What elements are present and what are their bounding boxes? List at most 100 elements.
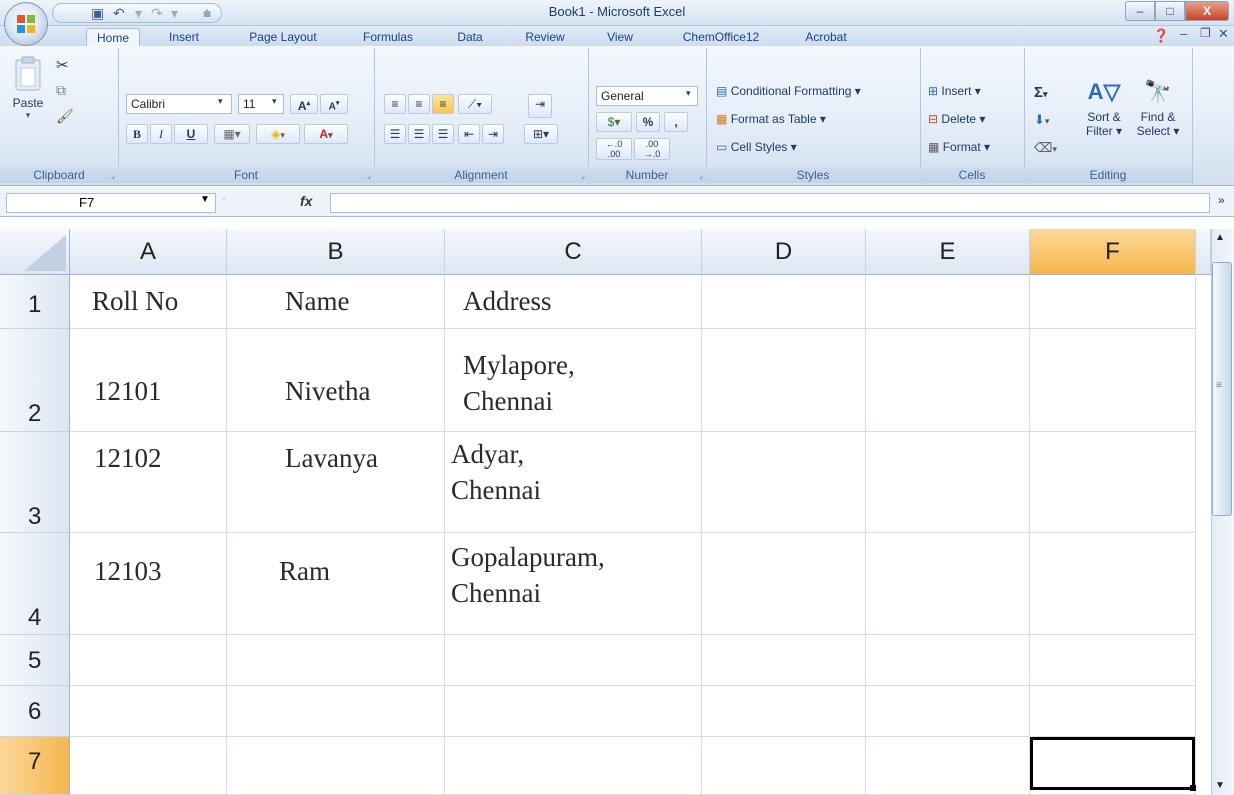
cell-c6[interactable] (445, 686, 702, 737)
cell-a3[interactable]: 12102 (70, 432, 227, 533)
tab-view[interactable]: View (600, 28, 640, 46)
column-header-b[interactable]: B (227, 229, 445, 275)
help-icon[interactable]: ❓ (1153, 28, 1169, 44)
copy-icon[interactable]: ⧉ (56, 82, 66, 99)
tab-data[interactable]: Data (450, 28, 490, 46)
tab-page-layout[interactable]: Page Layout (240, 28, 326, 46)
cell-f3[interactable] (1030, 432, 1196, 533)
row-header-3[interactable]: 3 (0, 432, 70, 533)
expand-formula-bar-icon[interactable]: » (1218, 193, 1225, 207)
merge-center-icon[interactable]: ⊞▾ (524, 124, 558, 144)
tab-home[interactable]: Home (86, 28, 140, 47)
cell-a2[interactable]: 12101 (70, 329, 227, 432)
cell-e1[interactable] (866, 275, 1030, 329)
cell-f5[interactable] (1030, 635, 1196, 686)
format-painter-icon[interactable]: 🖌 (56, 108, 74, 125)
cell-e4[interactable] (866, 533, 1030, 635)
borders-icon[interactable]: ▦▾ (214, 124, 250, 144)
close-button[interactable]: X (1185, 1, 1229, 21)
cell-styles-button[interactable]: ▭ Cell Styles ▾ (716, 140, 797, 154)
insert-function-icon[interactable]: fx (300, 193, 312, 209)
cell-b7[interactable] (227, 737, 445, 795)
insert-cells-button[interactable]: ⊞ Insert ▾ (928, 84, 981, 98)
column-header-d[interactable]: D (702, 229, 866, 275)
cell-d3[interactable] (702, 432, 866, 533)
workbook-minimize-icon[interactable]: – (1180, 26, 1187, 41)
conditional-formatting-button[interactable]: ▤ Conditional Formatting ▾ (716, 84, 861, 98)
cell-c4[interactable]: Gopalapuram, Chennai (445, 533, 702, 635)
autosum-icon[interactable]: Σ▾ (1034, 84, 1048, 101)
wrap-text-icon[interactable]: ⇥ (528, 94, 552, 118)
format-as-table-button[interactable]: ▦ Format as Table ▾ (716, 112, 826, 126)
cell-b3[interactable]: Lavanya (227, 432, 445, 533)
row-header-2[interactable]: 2 (0, 329, 70, 432)
cell-c7[interactable] (445, 737, 702, 795)
align-middle-icon[interactable]: ≡ (408, 94, 430, 114)
cell-c5[interactable] (445, 635, 702, 686)
row-header-4[interactable]: 4 (0, 533, 70, 635)
cell-a7[interactable] (70, 737, 227, 795)
cell-d1[interactable] (702, 275, 866, 329)
orientation-icon[interactable]: ⟋▾ (458, 94, 492, 114)
cell-e7[interactable] (866, 737, 1030, 795)
cell-d2[interactable] (702, 329, 866, 432)
cell-b5[interactable] (227, 635, 445, 686)
office-button[interactable] (4, 2, 48, 46)
row-header-6[interactable]: 6 (0, 686, 70, 737)
align-left-icon[interactable]: ☰ (384, 124, 406, 144)
cell-b6[interactable] (227, 686, 445, 737)
alignment-launcher-icon[interactable]: ⌟ (581, 170, 585, 181)
cell-e5[interactable] (866, 635, 1030, 686)
workbook-restore-icon[interactable]: ❐ (1200, 26, 1211, 40)
number-format-box[interactable]: General (596, 86, 698, 106)
cell-f6[interactable] (1030, 686, 1196, 737)
tab-formulas[interactable]: Formulas (352, 28, 424, 46)
cell-c2[interactable]: Mylapore, Chennai (445, 329, 702, 432)
cell-c1[interactable]: Address (445, 275, 702, 329)
align-top-icon[interactable]: ≡ (384, 94, 406, 114)
cell-e2[interactable] (866, 329, 1030, 432)
cut-icon[interactable]: ✂ (56, 56, 69, 74)
scroll-up-icon[interactable]: ▲ (1215, 232, 1225, 243)
align-bottom-icon[interactable]: ≡ (432, 94, 454, 114)
cell-a4[interactable]: 12103 (70, 533, 227, 635)
fill-color-icon[interactable]: ◈▾ (256, 124, 300, 144)
column-header-a[interactable]: A (70, 229, 227, 275)
cell-f4[interactable] (1030, 533, 1196, 635)
bold-button[interactable]: B (126, 124, 148, 144)
tab-acrobat[interactable]: Acrobat (796, 28, 856, 46)
find-select-button[interactable]: 🔭 Find & Select ▾ (1132, 78, 1184, 168)
paste-button[interactable]: Paste ▾ (6, 54, 50, 126)
workbook-close-icon[interactable]: ✕ (1218, 26, 1229, 42)
fill-icon[interactable]: ⬇▾ (1034, 112, 1049, 128)
cell-d5[interactable] (702, 635, 866, 686)
sort-filter-button[interactable]: A▽ Sort & Filter ▾ (1078, 78, 1130, 168)
delete-cells-button[interactable]: ⊟ Delete ▾ (928, 112, 985, 126)
number-format-dropdown-icon[interactable]: ▾ (686, 88, 691, 99)
clipboard-launcher-icon[interactable]: ⌟ (111, 170, 115, 181)
font-launcher-icon[interactable]: ⌟ (367, 170, 371, 181)
select-all-button[interactable] (0, 229, 70, 275)
comma-button[interactable]: , (664, 112, 688, 132)
name-box-dropdown-icon[interactable]: ▼ (200, 194, 210, 205)
cell-d6[interactable] (702, 686, 866, 737)
underline-button[interactable]: U (174, 124, 208, 144)
column-header-c[interactable]: C (445, 229, 702, 275)
font-color-icon[interactable]: A▾ (304, 124, 348, 144)
format-cells-button[interactable]: ▦ Format ▾ (928, 140, 990, 154)
cell-d4[interactable] (702, 533, 866, 635)
font-size-dropdown-icon[interactable]: ▾ (272, 96, 277, 107)
maximize-button[interactable]: □ (1155, 1, 1185, 21)
increase-indent-icon[interactable]: ⇥ (482, 124, 504, 144)
decrease-indent-icon[interactable]: ⇤ (458, 124, 480, 144)
increase-decimal-icon[interactable]: ←.0.00 (596, 138, 632, 160)
tab-insert[interactable]: Insert (158, 28, 210, 46)
percent-button[interactable]: % (636, 112, 660, 132)
cell-a5[interactable] (70, 635, 227, 686)
cell-c3[interactable]: Adyar, Chennai (445, 432, 702, 533)
row-header-5[interactable]: 5 (0, 635, 70, 686)
scrollbar-thumb[interactable] (1212, 262, 1232, 516)
tab-review[interactable]: Review (518, 28, 572, 46)
cell-e3[interactable] (866, 432, 1030, 533)
name-box[interactable]: F7 (6, 193, 216, 213)
